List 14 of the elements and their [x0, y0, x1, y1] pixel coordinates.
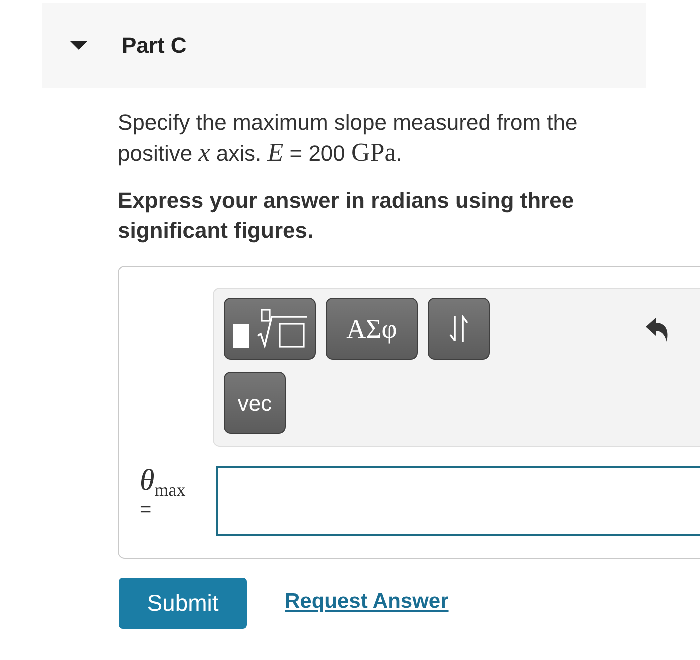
greek-letters-button[interactable]: ΑΣφ	[326, 298, 418, 360]
vector-button[interactable]: vec	[224, 372, 286, 434]
fraction-root-template-icon	[231, 309, 309, 349]
answer-input-field[interactable]	[216, 466, 700, 536]
submit-button[interactable]: Submit	[119, 578, 247, 629]
part-title: Part C	[122, 32, 187, 60]
answer-instruction: Express your answer in radians using three significant figures.	[118, 187, 576, 245]
collapse-triangle-icon[interactable]	[70, 41, 88, 50]
templates-button[interactable]	[224, 298, 316, 360]
up-down-arrows-icon	[449, 315, 469, 343]
request-answer-link[interactable]: Request Answer	[285, 586, 449, 618]
part-header[interactable]: Part C	[42, 3, 646, 88]
question-text: Specify the maximum slope measured from the positive x axis. E = 200 GPa.	[118, 109, 579, 169]
arrows-button[interactable]	[428, 298, 490, 360]
